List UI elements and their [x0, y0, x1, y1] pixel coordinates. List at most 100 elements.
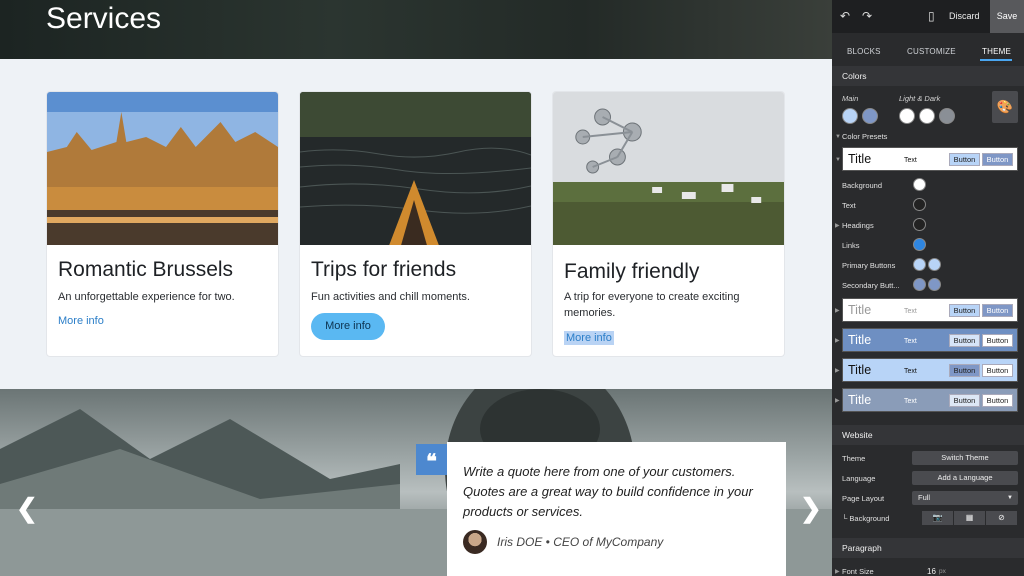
dark-color-swatch[interactable] [939, 108, 955, 124]
card-trips-for-friends[interactable]: Trips for friends Fun activities and chi… [299, 91, 532, 357]
chevron-right-icon[interactable]: ▶ [835, 307, 840, 314]
headings-color-swatch[interactable] [913, 218, 926, 231]
quote-author[interactable]: Iris DOE • CEO of MyCompany [497, 535, 663, 549]
card-romantic-brussels[interactable]: Romantic Brussels An unforgettable exper… [46, 91, 279, 357]
secondary-button-color-2-swatch[interactable] [928, 278, 941, 291]
secondary-buttons-label: Secondary Butt... [842, 281, 900, 290]
chevron-right-icon[interactable]: ▶ [835, 222, 840, 229]
text-color-swatch[interactable] [913, 198, 926, 211]
website-canvas: Services Romantic Brussels An unforgetta… [0, 0, 832, 576]
card-text[interactable]: A trip for everyone to create exciting m… [564, 289, 764, 321]
undo-icon[interactable]: ↶ [840, 9, 850, 23]
language-label: Language [842, 474, 876, 483]
preset-button-secondary: Button [982, 334, 1013, 347]
chevron-right-icon[interactable]: ▶ [835, 367, 840, 374]
paragraph-section-header[interactable]: Paragraph [832, 538, 1024, 558]
preset-text: Text [904, 157, 917, 164]
primary-button-color-2-swatch[interactable] [928, 258, 941, 271]
main-color-2-swatch[interactable] [862, 108, 878, 124]
camera-icon[interactable]: 📷 [922, 511, 953, 525]
primary-buttons-label: Primary Buttons [842, 261, 896, 270]
more-info-link-selected[interactable]: More info [564, 331, 614, 345]
hero-banner[interactable]: Services [0, 0, 832, 59]
card-title[interactable]: Family friendly [564, 260, 699, 284]
preset-text: Text [904, 338, 917, 345]
colors-section-header[interactable]: Colors [832, 66, 1024, 86]
preset-title: Title [848, 303, 872, 317]
more-info-button[interactable]: More info [311, 313, 385, 340]
quote-box[interactable]: Write a quote here from one of your cust… [447, 442, 786, 576]
preset-button-primary: Button [949, 394, 980, 407]
palette-icon[interactable]: 🎨 [992, 91, 1018, 123]
more-info-link[interactable]: More info [58, 315, 104, 327]
color-preset-4[interactable]: Title Text Button Button [842, 358, 1018, 382]
tab-customize[interactable]: CUSTOMIZE [907, 47, 956, 56]
light-color-1-swatch[interactable] [899, 108, 915, 124]
tab-blocks[interactable]: BLOCKS [847, 47, 881, 56]
theme-label: Theme [842, 454, 866, 463]
headings-color-label: Headings [842, 221, 874, 230]
preset-title: Title [848, 363, 872, 377]
editor-topbar: ↶ ↷ ▯ Discard Save [832, 0, 1024, 33]
background-color-swatch[interactable] [913, 178, 926, 191]
secondary-button-color-1-swatch[interactable] [913, 278, 926, 291]
color-preset-3[interactable]: Title Text Button Button [842, 328, 1018, 352]
card-text[interactable]: Fun activities and chill moments. [311, 289, 511, 305]
background-option-label: Background [849, 514, 890, 523]
color-preset-2[interactable]: Title Text Button Button [842, 298, 1018, 322]
brussels-image[interactable] [47, 92, 278, 245]
editor-panel: ↶ ↷ ▯ Discard Save BLOCKS CUSTOMIZE THEM… [832, 0, 1024, 576]
preset-button-primary: Button [949, 304, 980, 317]
main-color-1-swatch[interactable] [842, 108, 858, 124]
kayak-image[interactable] [300, 92, 531, 245]
discard-button[interactable]: Discard [949, 11, 980, 21]
next-slide-arrow[interactable]: ❯ [800, 493, 822, 524]
page-layout-value: Full [918, 493, 931, 502]
page-layout-select[interactable]: Full ▼ [912, 491, 1018, 505]
color-preset-5[interactable]: Title Text Button Button [842, 388, 1018, 412]
chevron-down-icon: ▼ [835, 134, 841, 140]
preset-button-primary: Button [949, 364, 980, 377]
quote-text[interactable]: Write a quote here from one of your cust… [463, 462, 770, 522]
preset-button-secondary: Button [982, 153, 1013, 166]
preset-title: Title [848, 333, 872, 347]
mobile-preview-icon[interactable]: ▯ [928, 9, 935, 23]
color-preset-1[interactable]: Title Text Button Button [842, 147, 1018, 171]
light-color-2-swatch[interactable] [919, 108, 935, 124]
tab-theme[interactable]: THEME [982, 47, 1011, 56]
preset-text: Text [904, 368, 917, 375]
redo-icon[interactable]: ↷ [862, 9, 872, 23]
chevron-right-icon[interactable]: ▶ [835, 397, 840, 404]
website-section-header[interactable]: Website [832, 425, 1024, 445]
primary-button-color-1-swatch[interactable] [913, 258, 926, 271]
active-tab-indicator [980, 59, 1012, 61]
author-avatar[interactable] [463, 530, 487, 554]
main-colors-label: Main [842, 94, 859, 103]
font-size-value[interactable]: 16 [927, 567, 936, 576]
font-size-unit: px [939, 568, 946, 575]
card-text[interactable]: An unforgettable experience for two. [58, 289, 258, 305]
text-color-label: Text [842, 201, 856, 210]
services-section[interactable]: Romantic Brussels An unforgettable exper… [0, 59, 832, 389]
add-language-button[interactable]: Add a Language [912, 471, 1018, 485]
preset-button-secondary: Button [982, 364, 1013, 377]
switch-theme-button[interactable]: Switch Theme [912, 451, 1018, 465]
chevron-down-icon: ▼ [835, 157, 841, 163]
save-button[interactable]: Save [990, 0, 1024, 33]
links-color-swatch[interactable] [913, 238, 926, 251]
pattern-icon[interactable]: ▦ [954, 511, 985, 525]
card-family-friendly[interactable]: Family friendly A trip for everyone to c… [552, 91, 785, 357]
chevron-right-icon[interactable]: ▶ [835, 337, 840, 344]
chevron-right-icon[interactable]: ▶ [835, 568, 840, 575]
card-title[interactable]: Trips for friends [311, 258, 456, 282]
atomium-image[interactable] [553, 92, 784, 245]
more-info-link[interactable]: More info [564, 331, 614, 345]
background-color-label: Background [842, 181, 883, 190]
no-background-icon[interactable]: ⊘ [986, 511, 1017, 525]
preset-button-primary: Button [949, 334, 980, 347]
card-title[interactable]: Romantic Brussels [58, 258, 233, 282]
color-presets-label[interactable]: Color Presets [842, 132, 887, 141]
testimonial-section[interactable]: ❮ ❯ ❝ Write a quote here from one of you… [0, 389, 832, 576]
previous-slide-arrow[interactable]: ❮ [16, 493, 38, 524]
hero-title[interactable]: Services [46, 2, 161, 36]
